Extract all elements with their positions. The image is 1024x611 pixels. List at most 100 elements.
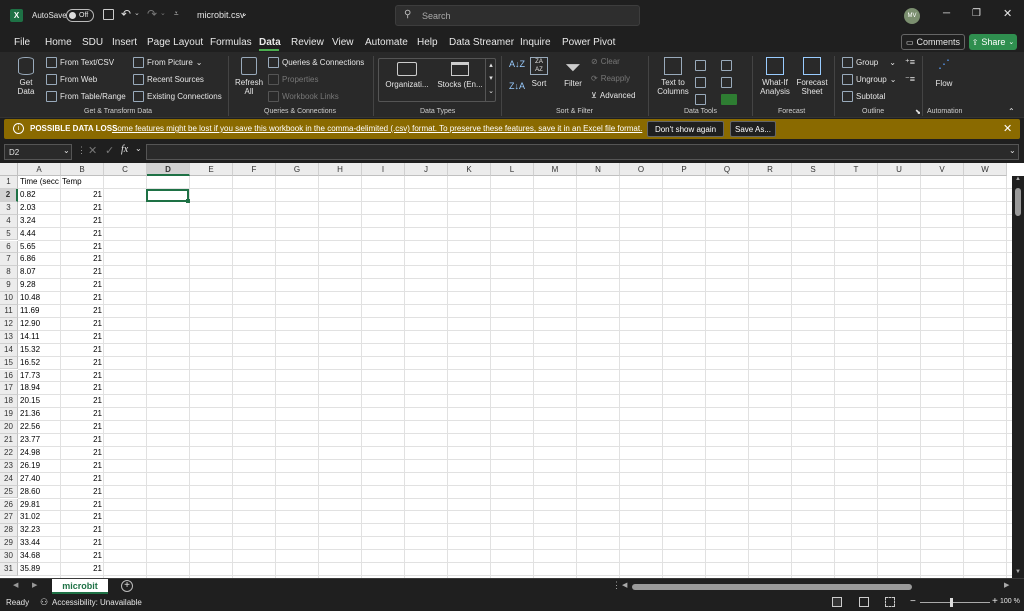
row-header[interactable]: 12 xyxy=(0,317,18,331)
cell-temp[interactable]: 21 xyxy=(62,408,102,421)
accessibility-icon[interactable]: ⚇ xyxy=(40,597,48,608)
cell-time[interactable]: 28.60 xyxy=(20,486,61,499)
properties-button[interactable]: Properties xyxy=(268,74,318,85)
row-header[interactable]: 21 xyxy=(0,434,18,447)
page-break-view-icon[interactable] xyxy=(885,597,895,607)
flash-fill-icon[interactable] xyxy=(695,60,706,71)
cell-time[interactable]: 31.02 xyxy=(20,511,61,524)
row-header[interactable]: 15 xyxy=(0,356,18,370)
row-header[interactable]: 3 xyxy=(0,201,18,215)
comments-button[interactable]: ▭ Comments xyxy=(901,34,965,50)
column-header-l[interactable]: L xyxy=(491,163,534,176)
column-header-c[interactable]: C xyxy=(104,163,147,176)
row-header[interactable]: 23 xyxy=(0,459,18,473)
autosave-toggle[interactable]: Off xyxy=(66,9,94,22)
cell-temp[interactable]: 21 xyxy=(62,382,102,395)
organization-button[interactable]: Organizati... xyxy=(382,62,432,89)
cell-time[interactable]: 8.07 xyxy=(20,266,61,279)
filename-dropdown-icon[interactable]: ⌄ xyxy=(241,9,248,18)
row-header[interactable]: 14 xyxy=(0,343,18,357)
cell-temp[interactable]: 21 xyxy=(62,395,102,408)
cell-temp[interactable]: 21 xyxy=(62,189,102,202)
row-header[interactable]: 25 xyxy=(0,485,18,499)
cell-time[interactable]: 4.44 xyxy=(20,228,61,241)
filter-button[interactable]: ⏷ Filter xyxy=(562,57,584,88)
cell-time[interactable]: 29.81 xyxy=(20,499,61,512)
tab-file[interactable]: File xyxy=(14,37,30,48)
cell-temp[interactable]: 21 xyxy=(62,215,102,228)
horizontal-scroll-thumb[interactable] xyxy=(632,584,912,590)
page-layout-view-icon[interactable] xyxy=(859,597,869,607)
cell-time[interactable]: 3.24 xyxy=(20,215,61,228)
cell-temp[interactable]: 21 xyxy=(62,473,102,486)
redo-dropdown-icon[interactable]: ⌄ xyxy=(160,9,166,17)
tab-inquire[interactable]: Inquire xyxy=(520,37,551,48)
cell-time[interactable]: 14.11 xyxy=(20,331,61,344)
cell-temp[interactable]: 21 xyxy=(62,486,102,499)
column-header-o[interactable]: O xyxy=(620,163,663,176)
data-validation-icon[interactable] xyxy=(695,94,706,105)
relationships-icon[interactable] xyxy=(721,77,732,88)
forecast-sheet-button[interactable]: Forecast Sheet xyxy=(795,57,829,96)
cell-temp[interactable]: 21 xyxy=(62,228,102,241)
cell-time[interactable]: 34.68 xyxy=(20,550,61,563)
cell-temp[interactable]: 21 xyxy=(62,434,102,447)
hide-detail-icon[interactable]: ⁻≡ xyxy=(905,74,915,85)
queries-connections-button[interactable]: Queries & Connections xyxy=(268,57,364,68)
flow-button[interactable]: ⋰ Flow xyxy=(929,57,959,88)
header-cell-temp[interactable]: Temp xyxy=(62,176,103,189)
cell-temp[interactable]: 21 xyxy=(62,331,102,344)
row-header[interactable]: 22 xyxy=(0,446,18,460)
search-box[interactable]: ⚲ Search xyxy=(395,5,640,26)
expand-formula-icon[interactable]: ⌄ xyxy=(1009,146,1016,155)
customize-toolbar-icon[interactable]: ⩡ xyxy=(174,9,179,19)
header-cell-time[interactable]: Time (secc xyxy=(20,176,61,189)
cell-temp[interactable]: 21 xyxy=(62,537,102,550)
next-sheet-icon[interactable]: ▶ xyxy=(32,581,37,589)
row-header[interactable]: 16 xyxy=(0,369,18,383)
undo-icon[interactable]: ↶ xyxy=(121,7,131,21)
cell-temp[interactable]: 21 xyxy=(62,447,102,460)
formula-input[interactable]: ⌄ xyxy=(146,144,1019,160)
cell-time[interactable]: 32.23 xyxy=(20,524,61,537)
outline-launcher-icon[interactable]: ⬊ xyxy=(915,108,921,116)
close-message-icon[interactable]: ✕ xyxy=(1003,122,1012,135)
gallery-scroll[interactable]: ▴ ▾ ⌄ xyxy=(485,59,496,101)
fill-handle[interactable] xyxy=(186,199,190,203)
sort-za-icon[interactable]: Z↓A xyxy=(509,81,525,91)
column-header-u[interactable]: U xyxy=(878,163,921,176)
prev-sheet-icon[interactable]: ◀ xyxy=(13,581,18,589)
cell-temp[interactable]: 21 xyxy=(62,357,102,370)
row-header[interactable]: 27 xyxy=(0,511,18,525)
zoom-level[interactable]: 100 % xyxy=(1000,598,1020,605)
scroll-right-icon[interactable]: ▶ xyxy=(1004,581,1009,589)
cell-temp[interactable]: 21 xyxy=(62,241,102,254)
cell-temp[interactable]: 21 xyxy=(62,460,102,473)
advanced-button[interactable]: ⊻ Advanced xyxy=(591,91,635,100)
tab-page-layout[interactable]: Page Layout xyxy=(147,37,203,48)
sort-button[interactable]: ZA AZ Sort xyxy=(528,57,550,88)
row-header[interactable]: 29 xyxy=(0,537,18,551)
row-header[interactable]: 2 xyxy=(0,188,18,202)
cell-time[interactable]: 5.65 xyxy=(20,241,61,254)
restore-icon[interactable]: ❐ xyxy=(972,8,981,19)
more-options-icon[interactable]: ⋮ xyxy=(77,145,86,156)
cell-time[interactable]: 2.03 xyxy=(20,202,61,215)
cell-temp[interactable]: 21 xyxy=(62,305,102,318)
tab-data[interactable]: Data xyxy=(259,37,281,48)
cell-temp[interactable]: 21 xyxy=(62,563,102,576)
selected-cell-d2[interactable] xyxy=(146,189,189,202)
share-button[interactable]: ⇪ Share ⌄ xyxy=(969,34,1017,50)
cell-time[interactable]: 20.15 xyxy=(20,395,61,408)
cell-time[interactable]: 9.28 xyxy=(20,279,61,292)
get-data-button[interactable]: Get Data xyxy=(11,57,41,105)
tab-help[interactable]: Help xyxy=(417,37,438,48)
column-header-d[interactable]: D xyxy=(147,163,190,176)
row-header[interactable]: 4 xyxy=(0,214,18,228)
column-header-s[interactable]: S xyxy=(792,163,835,176)
dont-show-again-button[interactable]: Don't show again xyxy=(647,121,724,137)
from-web-button[interactable]: From Web xyxy=(46,74,97,85)
zoom-slider[interactable] xyxy=(920,598,990,607)
vertical-scrollbar[interactable]: ▲ ▼ xyxy=(1012,176,1024,578)
cell-time[interactable]: 27.40 xyxy=(20,473,61,486)
